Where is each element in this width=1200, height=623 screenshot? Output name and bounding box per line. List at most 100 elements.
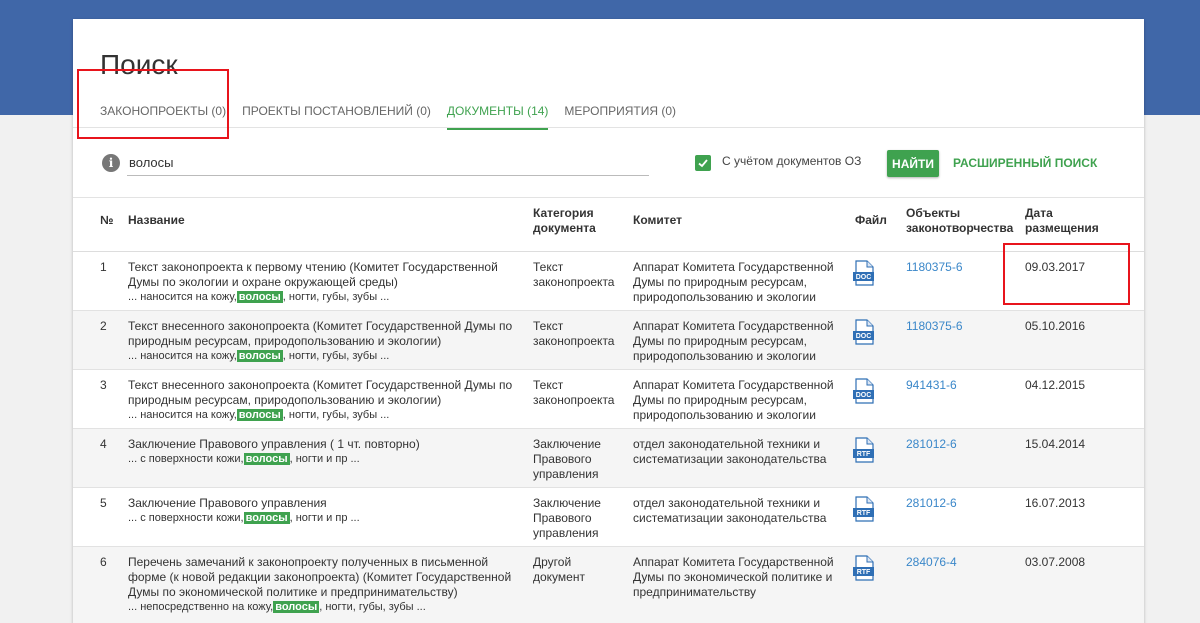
row-committee: Аппарат Комитета Государственной Думы по… bbox=[633, 319, 834, 363]
row-name: Текст законопроекта к первому чтению (Ко… bbox=[128, 260, 520, 305]
snippet-after: , ногти, губы, зубы ... bbox=[282, 409, 390, 421]
document-title-link[interactable]: Текст внесенного законопроекта (Комитет … bbox=[128, 319, 520, 349]
find-button[interactable]: Найти bbox=[887, 150, 939, 177]
row-snippet: ... наносится на кожу, волосы, ногти, губ… bbox=[128, 290, 520, 305]
file-type-label: DOC bbox=[856, 392, 872, 399]
doc-file-icon[interactable]: DOC bbox=[853, 378, 875, 408]
tab-resolution-drafts[interactable]: Проекты постановлений (0) bbox=[242, 102, 431, 130]
snippet-after: , ногти, губы, зубы ... bbox=[282, 291, 390, 303]
tab-documents[interactable]: Документы (14) bbox=[446, 102, 549, 130]
row-snippet: ... наносится на кожу, волосы, ногти, губ… bbox=[128, 408, 520, 423]
oz-checkbox-label: С учётом документов ОЗ bbox=[722, 154, 862, 168]
snippet-highlight: волосы bbox=[236, 409, 283, 421]
snippet-after: , ногти и пр ... bbox=[289, 453, 360, 465]
snippet-before: ... наносится на кожу, bbox=[128, 409, 237, 421]
document-title-link[interactable]: Перечень замечаний к законопроекту получ… bbox=[128, 555, 520, 600]
row-committee: отдел законодательной техники и системат… bbox=[633, 496, 827, 525]
snippet-before: ... с поверхности кожи, bbox=[128, 512, 244, 524]
row-name: Текст внесенного законопроекта (Комитет … bbox=[128, 378, 520, 423]
header-num: № bbox=[100, 213, 114, 227]
snippet-highlight: волосы bbox=[236, 291, 283, 303]
rtf-file-icon[interactable]: RTF bbox=[853, 437, 875, 467]
annotation-box-tab bbox=[77, 69, 229, 139]
document-title-link[interactable]: Текст законопроекта к первому чтению (Ко… bbox=[128, 260, 520, 290]
row-num: 4 bbox=[100, 437, 107, 451]
tabs-divider bbox=[73, 127, 1144, 128]
file-type-label: RTF bbox=[857, 451, 871, 458]
row-date: 04.12.2015 bbox=[1025, 378, 1086, 392]
rtf-file-icon[interactable]: RTF bbox=[853, 555, 875, 585]
row-committee: Аппарат Комитета Государственной Думы по… bbox=[633, 260, 834, 304]
results-table: № Название Категория документа Комитет Ф… bbox=[73, 198, 1144, 623]
snippet-before: ... наносится на кожу, bbox=[128, 291, 237, 303]
doc-file-icon[interactable]: DOC bbox=[853, 319, 875, 349]
rtf-file-icon[interactable]: RTF bbox=[853, 496, 875, 526]
header-file: Файл bbox=[855, 213, 887, 227]
file-type-label: RTF bbox=[857, 510, 871, 517]
row-name: Заключение Правового управления ( 1 чт. … bbox=[128, 437, 520, 467]
tab-events[interactable]: Мероприятия (0) bbox=[564, 102, 676, 130]
search-row: i С учётом документов ОЗ Найти Расширенн… bbox=[73, 146, 1144, 198]
row-category: Текст законопроекта bbox=[533, 260, 615, 289]
row-date: 15.04.2014 bbox=[1025, 437, 1086, 451]
row-object-link[interactable]: 941431-6 bbox=[906, 378, 957, 393]
row-category: Заключение Правового управления bbox=[533, 496, 601, 540]
row-snippet: ... наносится на кожу, волосы, ногти, губ… bbox=[128, 349, 520, 364]
row-category: Текст законопроекта bbox=[533, 378, 615, 407]
document-title-link[interactable]: Текст внесенного законопроекта (Комитет … bbox=[128, 378, 520, 408]
search-card: Поиск Законопроекты (0) Проекты постанов… bbox=[73, 19, 1144, 623]
snippet-highlight: волосы bbox=[236, 350, 283, 362]
table-row: 4 Заключение Правового управления ( 1 чт… bbox=[73, 429, 1144, 488]
row-category: Другой документ bbox=[533, 555, 585, 584]
row-name: Текст внесенного законопроекта (Комитет … bbox=[128, 319, 520, 364]
row-num: 1 bbox=[100, 260, 107, 274]
header-date: Дата размещения bbox=[1025, 206, 1099, 235]
row-object-link[interactable]: 281012-6 bbox=[906, 437, 957, 452]
snippet-highlight: волосы bbox=[243, 453, 290, 465]
row-object-link[interactable]: 281012-6 bbox=[906, 496, 957, 511]
doc-file-icon[interactable]: DOC bbox=[853, 260, 875, 290]
row-date: 16.07.2013 bbox=[1025, 496, 1086, 510]
row-num: 5 bbox=[100, 496, 107, 510]
snippet-before: ... с поверхности кожи, bbox=[128, 453, 244, 465]
header-category: Категория документа bbox=[533, 206, 596, 235]
info-icon[interactable]: i bbox=[102, 154, 120, 172]
row-object-link[interactable]: 1180375-6 bbox=[906, 260, 963, 275]
oz-checkbox[interactable] bbox=[695, 155, 711, 171]
document-title-link[interactable]: Заключение Правового управления bbox=[128, 496, 520, 511]
snippet-after: , ногти и пр ... bbox=[289, 512, 360, 524]
row-committee: Аппарат Комитета Государственной Думы по… bbox=[633, 378, 834, 422]
row-num: 6 bbox=[100, 555, 107, 569]
table-row: 6 Перечень замечаний к законопроекту пол… bbox=[73, 547, 1144, 623]
table-row: 3 Текст внесенного законопроекта (Комите… bbox=[73, 370, 1144, 429]
annotation-box-date bbox=[1003, 243, 1130, 305]
row-object-link[interactable]: 284076-4 bbox=[906, 555, 957, 570]
document-title-link[interactable]: Заключение Правового управления ( 1 чт. … bbox=[128, 437, 520, 452]
snippet-highlight: волосы bbox=[243, 512, 290, 524]
header-objects: Объекты законотворчества bbox=[906, 206, 1014, 235]
row-object-link[interactable]: 1180375-6 bbox=[906, 319, 963, 334]
row-num: 3 bbox=[100, 378, 107, 392]
advanced-search-link[interactable]: Расширенный поиск bbox=[953, 156, 1097, 170]
row-category: Текст законопроекта bbox=[533, 319, 615, 348]
snippet-after: , ногти, губы, зубы ... bbox=[282, 350, 390, 362]
snippet-before: ... непосредственно на кожу, bbox=[128, 601, 274, 613]
search-input[interactable] bbox=[127, 150, 649, 176]
row-name: Перечень замечаний к законопроекту получ… bbox=[128, 555, 520, 615]
table-row: 2 Текст внесенного законопроекта (Комите… bbox=[73, 311, 1144, 370]
file-type-label: DOC bbox=[856, 274, 872, 281]
row-category: Заключение Правового управления bbox=[533, 437, 601, 481]
header-committee: Комитет bbox=[633, 213, 683, 227]
table-row: 5 Заключение Правового управления ... с … bbox=[73, 488, 1144, 547]
header-name: Название bbox=[128, 213, 185, 227]
snippet-before: ... наносится на кожу, bbox=[128, 350, 237, 362]
row-snippet: ... непосредственно на кожу, волосы, ногт… bbox=[128, 600, 520, 615]
row-committee: отдел законодательной техники и системат… bbox=[633, 437, 827, 466]
row-snippet: ... с поверхности кожи, волосы, ногти и п… bbox=[128, 511, 520, 526]
row-snippet: ... с поверхности кожи, волосы, ногти и п… bbox=[128, 452, 520, 467]
row-num: 2 bbox=[100, 319, 107, 333]
row-name: Заключение Правового управления ... с по… bbox=[128, 496, 520, 526]
table-row: 1 Текст законопроекта к первому чтению (… bbox=[73, 252, 1144, 311]
file-type-label: DOC bbox=[856, 333, 872, 340]
row-date: 05.10.2016 bbox=[1025, 319, 1086, 333]
